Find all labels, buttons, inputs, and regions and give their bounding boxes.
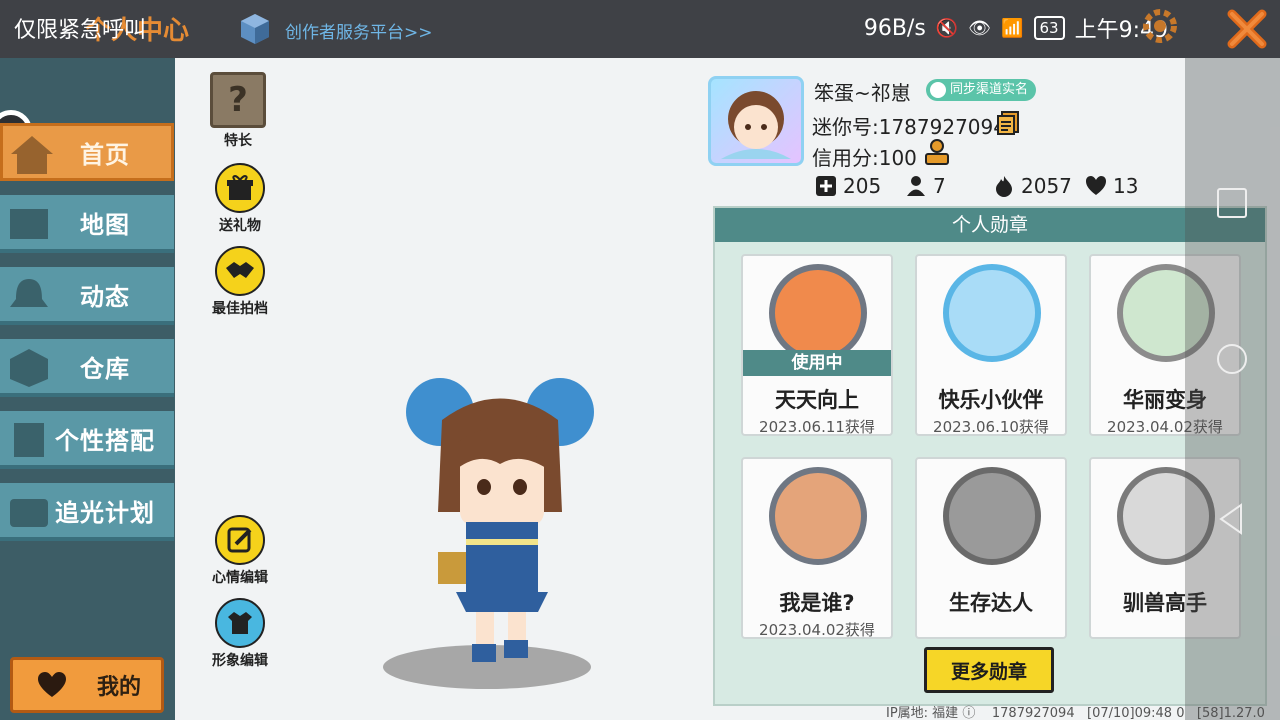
appearance-edit-label: 形象编辑 xyxy=(212,653,268,669)
specialty-tool[interactable]: ? 特长 xyxy=(198,72,278,150)
android-nav-bar xyxy=(1185,58,1280,720)
flame-icon xyxy=(996,176,1012,197)
handshake-icon xyxy=(215,246,265,296)
sidebar-item-label: 首页 xyxy=(80,140,130,169)
medal-name: 天天向上 xyxy=(775,388,859,412)
sidebar-item-label: 仓库 xyxy=(80,354,130,383)
copy-icon[interactable] xyxy=(995,110,1021,136)
hearts-count: 13 xyxy=(1113,174,1139,198)
fans-stat: 7 xyxy=(905,174,946,198)
verify-label: 同步渠道实名 xyxy=(950,82,1029,97)
more-medals-button[interactable]: 更多勋章 xyxy=(924,647,1054,693)
sidebar-item-warehouse[interactable]: 仓库 xyxy=(0,339,174,397)
sidebar-item-map[interactable]: 地图 xyxy=(0,195,174,253)
top-bar: 个人中心 仅限紧急呼叫 创作者服务平台>> 96B/s 🔇 👁 📶 63 上午9… xyxy=(0,0,1280,58)
heat-stat: 2057 xyxy=(993,174,1072,198)
appearance-edit-tool[interactable]: 形象编辑 xyxy=(200,598,280,670)
person-check-icon xyxy=(930,82,946,98)
heat-count: 2057 xyxy=(1021,174,1072,198)
status-bar: 96B/s 🔇 👁 📶 63 上午9:49 xyxy=(864,12,1168,44)
sidebar: 首页 地图 动态 仓库 个性搭配 追光计划 xyxy=(0,58,175,720)
mine-button[interactable]: 我的 xyxy=(10,657,164,713)
nickname: 笨蛋~祁崽 xyxy=(814,81,911,105)
sidebar-item-label: 动态 xyxy=(80,282,130,311)
ip-location: IP属地: 福建 xyxy=(886,706,959,720)
likes-stat: 205 xyxy=(815,174,881,198)
hearts-stat: 13 xyxy=(1085,174,1138,198)
footer-uid: 1787927094 xyxy=(991,706,1075,720)
fans-count: 7 xyxy=(933,174,946,198)
id-card-medal-icon xyxy=(769,467,867,565)
medal-card[interactable]: 我是谁? 2023.04.02获得 xyxy=(741,457,893,639)
medal-panel: 个人勋章 使用中 天天向上 2023.06.11获得 快乐小伙伴 2023.06… xyxy=(713,206,1267,706)
calendar-medal-icon xyxy=(769,264,867,362)
sidebar-item-feed[interactable]: 动态 xyxy=(0,267,174,325)
gear-icon[interactable] xyxy=(1140,6,1180,46)
sidebar-item-outfit[interactable]: 个性搭配 xyxy=(0,411,174,469)
sidebar-item-label: 追光计划 xyxy=(55,498,155,527)
edit-icon xyxy=(215,515,265,565)
creator-platform-link[interactable]: 创作者服务平台>> xyxy=(285,18,433,43)
wifi-icon: 📶 xyxy=(1001,17,1024,39)
mute-icon: 🔇 xyxy=(935,17,959,39)
sidebar-item-label: 个性搭配 xyxy=(55,426,155,455)
in-use-badge: 使用中 xyxy=(743,350,891,376)
medal-card[interactable]: 生存达人 xyxy=(915,457,1067,639)
medal-card[interactable]: 快乐小伙伴 2023.06.10获得 xyxy=(915,254,1067,436)
medal-name: 生存达人 xyxy=(949,591,1033,615)
medal-card[interactable]: 使用中 天天向上 2023.06.11获得 xyxy=(741,254,893,436)
friends-medal-icon xyxy=(943,264,1041,362)
close-icon[interactable] xyxy=(1222,4,1272,54)
gift-tool[interactable]: 送礼物 xyxy=(200,163,280,235)
creator-cube-icon[interactable] xyxy=(238,12,272,46)
sidebar-item-home[interactable]: 首页 xyxy=(0,123,174,181)
info-icon: ⓘ xyxy=(962,706,976,720)
gift-icon xyxy=(215,163,265,213)
battery-level: 63 xyxy=(1033,16,1065,40)
partner-tool[interactable]: 最佳拍档 xyxy=(200,246,280,318)
network-speed: 96B/s xyxy=(863,15,926,41)
outfit-icon xyxy=(215,598,265,648)
verify-badge[interactable]: 同步渠道实名 xyxy=(926,79,1037,101)
likes-count: 205 xyxy=(843,174,882,198)
eye-icon: 👁 xyxy=(968,17,992,39)
gift-label: 送礼物 xyxy=(219,218,261,234)
recent-apps-icon[interactable] xyxy=(1215,186,1249,220)
mine-label: 我的 xyxy=(97,675,142,700)
flame-medal-icon xyxy=(943,467,1041,565)
medal-name: 我是谁? xyxy=(779,591,855,615)
character-model[interactable] xyxy=(400,372,600,672)
home-icon[interactable] xyxy=(1215,342,1249,376)
question-icon: ? xyxy=(210,72,266,128)
medal-name: 快乐小伙伴 xyxy=(938,388,1044,412)
emergency-call-text: 仅限紧急呼叫 xyxy=(14,18,147,43)
sidebar-item-label: 地图 xyxy=(80,210,130,239)
mini-id: 迷你号:1787927094 xyxy=(812,115,1006,139)
sidebar-item-chase-light[interactable]: 追光计划 xyxy=(0,483,174,541)
back-icon[interactable] xyxy=(1215,502,1249,536)
mood-edit-label: 心情编辑 xyxy=(212,570,268,586)
credit-score: 信用分:100 xyxy=(812,146,917,170)
footer-time: [07/10]09:48 0 xyxy=(1087,706,1185,720)
avatar[interactable] xyxy=(708,76,804,166)
medal-date: 2023.06.11获得 xyxy=(759,418,875,436)
mood-edit-tool[interactable]: 心情编辑 xyxy=(200,515,280,587)
partner-label: 最佳拍档 xyxy=(212,301,268,317)
fans-icon xyxy=(907,176,925,196)
specialty-label: 特长 xyxy=(224,133,252,149)
medal-date: 2023.06.10获得 xyxy=(933,418,1049,436)
plus-box-icon xyxy=(816,176,836,196)
heart-icon xyxy=(1086,176,1106,195)
medal-panel-title: 个人勋章 xyxy=(715,208,1265,242)
heart-icon xyxy=(38,672,66,697)
medal-date: 2023.04.02获得 xyxy=(759,621,875,639)
credit-person-icon[interactable] xyxy=(923,138,951,166)
